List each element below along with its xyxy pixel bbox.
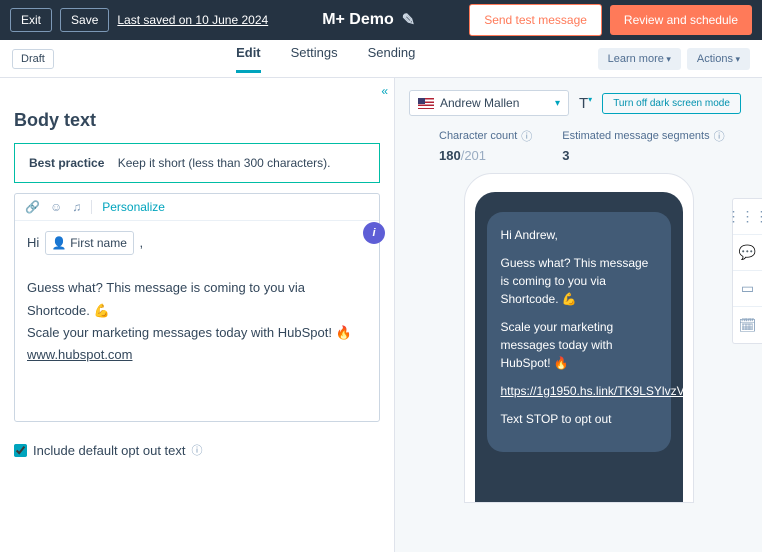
phone-screen: Hi Andrew, Guess what? This message is c… [475,192,683,502]
body-link[interactable]: www.hubspot.com [27,347,133,362]
save-button[interactable]: Save [60,8,109,32]
section-heading: Body text [14,110,380,131]
char-count-stat: Character count ⓘ 180/201 [439,128,532,163]
char-count-label: Character count [439,130,517,142]
bubble-greeting: Hi Andrew, [501,226,657,244]
tab-settings[interactable]: Settings [291,45,338,73]
link-icon[interactable]: 🔗 [25,200,40,214]
editor-body[interactable]: Hi 👤 First name , Guess what? This messa… [15,221,379,421]
personalize-button[interactable]: Personalize [91,200,165,214]
bubble-optout: Text STOP to opt out [501,410,657,428]
message-editor[interactable]: 🔗 ☺ ♫ Personalize i Hi 👤 First name , Gu… [14,193,380,422]
char-count-max: /201 [461,148,486,163]
comma-text: , [140,235,144,250]
optout-label: Include default opt out text [33,443,186,458]
help-icon[interactable]: ⓘ [521,128,532,144]
bubble-line2: Scale your marketing messages today with… [501,318,657,372]
window-tool-icon[interactable]: ▭ [733,271,762,307]
emoji-icon[interactable]: ☺ [50,200,62,214]
contact-name: Andrew Mallen [440,96,519,110]
bubble-line1: Guess what? This message is coming to yo… [501,254,657,308]
review-schedule-button[interactable]: Review and schedule [610,5,752,35]
greeting-text: Hi [27,235,39,250]
info-bubble-icon[interactable]: i [363,222,385,244]
body-line1: Guess what? This message is coming to yo… [27,280,305,317]
last-saved-link[interactable]: Last saved on 10 June 2024 [117,13,268,27]
segments-value: 3 [562,148,724,163]
segments-label: Estimated message segments [562,130,709,142]
segments-stat: Estimated message segments ⓘ 3 [562,128,724,163]
char-count-current: 180 [439,148,461,163]
calendar-tool-icon[interactable]: 🗓 [733,307,762,343]
optout-checkbox[interactable] [14,444,27,457]
side-toolbar: ⋮⋮⋮ 💬 ▭ 🗓 [732,198,762,344]
edit-title-icon[interactable]: ✎ [402,10,415,30]
help-icon[interactable]: ⓘ [714,128,725,144]
text-size-icon[interactable]: T▾ [579,95,592,112]
best-practice-label: Best practice [29,156,104,170]
best-practice-text: Keep it short (less than 300 characters)… [118,156,331,170]
grid-tool-icon[interactable]: ⋮⋮⋮ [733,199,762,235]
dark-mode-toggle[interactable]: Turn off dark screen mode [602,93,741,114]
person-icon: 👤 [52,233,67,253]
best-practice-callout: Best practice Keep it short (less than 3… [14,143,380,183]
help-icon[interactable]: ⓘ [192,442,203,458]
page-title: M+ Demo [322,11,394,29]
send-test-button[interactable]: Send test message [469,4,602,36]
optout-row[interactable]: Include default opt out text ⓘ [14,442,380,458]
phone-preview: Hi Andrew, Guess what? This message is c… [464,173,694,503]
exit-button[interactable]: Exit [10,8,52,32]
body-line2: Scale your marketing messages today with… [27,325,352,340]
snippet-icon[interactable]: ♫ [72,200,81,214]
preview-contact-select[interactable]: Andrew Mallen ▾ [409,90,569,116]
token-label: First name [70,233,127,253]
status-badge: Draft [12,49,54,69]
bubble-link[interactable]: https://1g1950.hs.link/TK9LSYlvzV [501,384,685,398]
firstname-token[interactable]: 👤 First name [45,231,134,255]
us-flag-icon [418,98,434,109]
message-bubble: Hi Andrew, Guess what? This message is c… [487,212,671,452]
learn-more-dropdown[interactable]: Learn more [598,48,681,70]
collapse-panel-icon[interactable]: « [381,84,388,98]
chat-tool-icon[interactable]: 💬 [733,235,762,271]
chevron-down-icon: ▾ [555,98,560,109]
tab-edit[interactable]: Edit [236,45,261,73]
actions-dropdown[interactable]: Actions [687,48,750,70]
tab-sending[interactable]: Sending [368,45,416,73]
